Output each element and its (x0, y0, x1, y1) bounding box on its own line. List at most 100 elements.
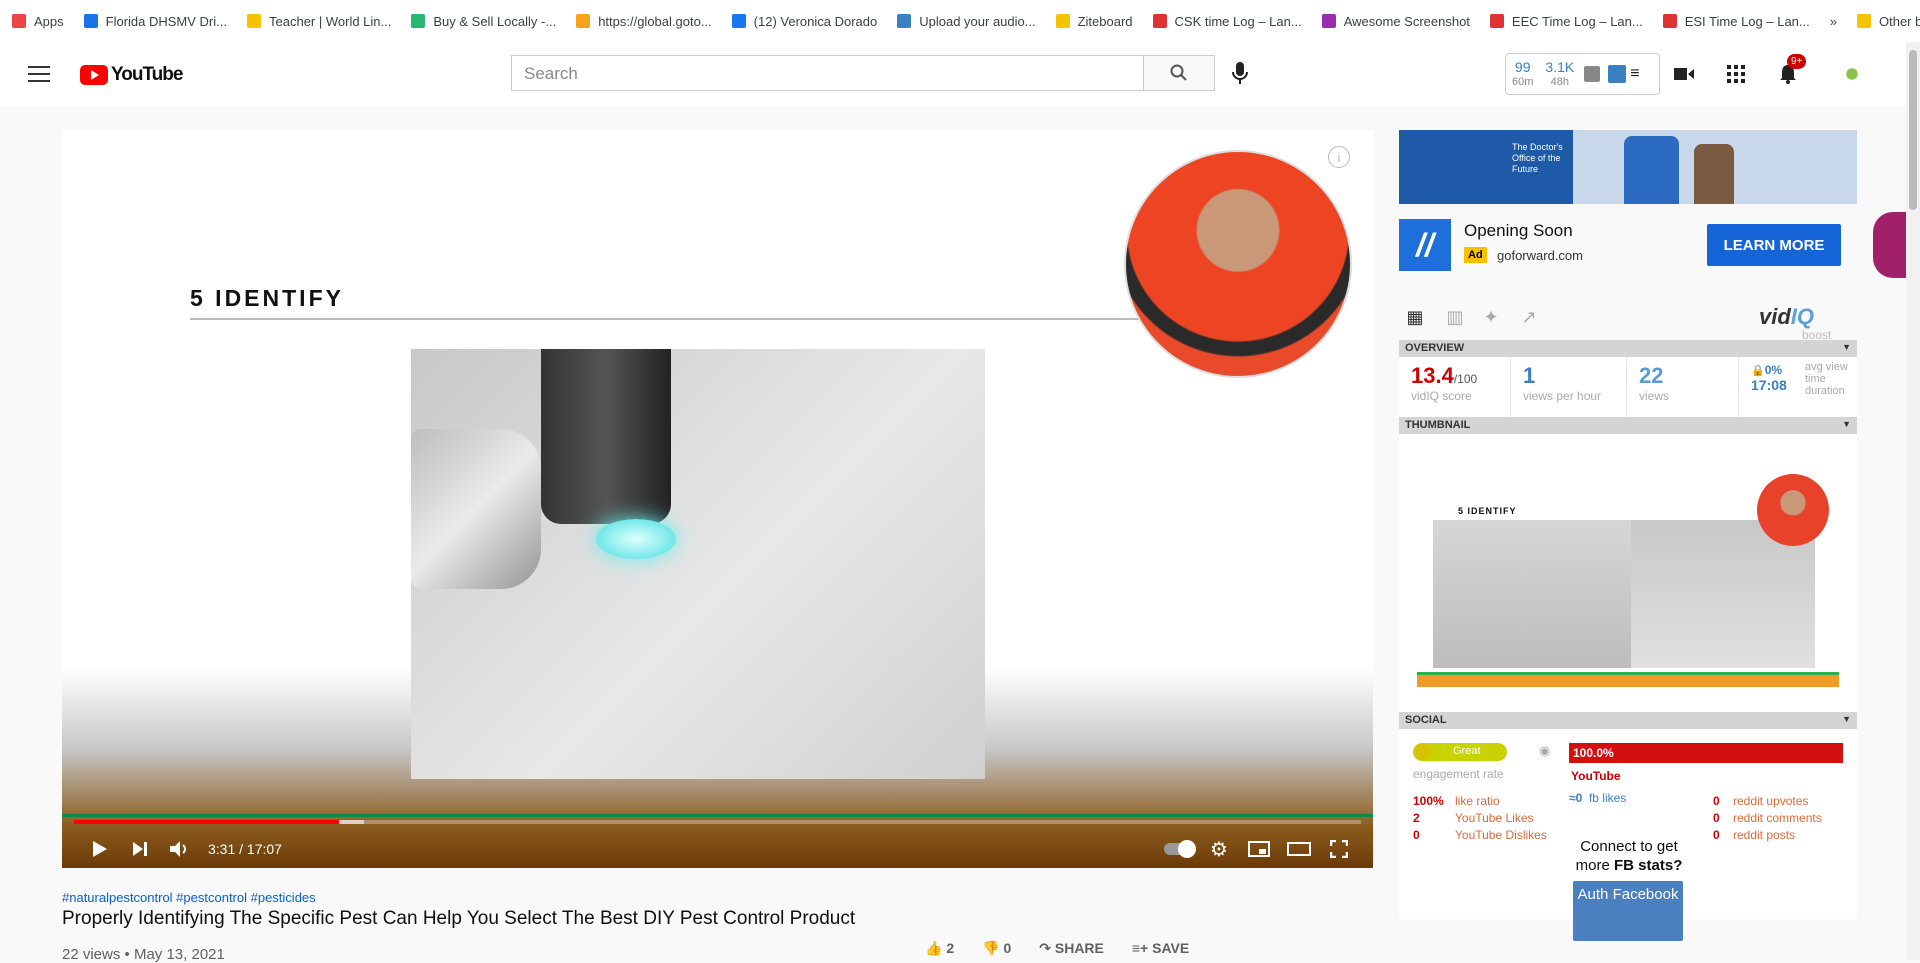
eye-icon[interactable]: ◉ (1539, 743, 1550, 759)
bookmark-item[interactable]: Florida DHSMV Dri... (83, 14, 227, 29)
social-header[interactable]: SOCIAL ▼ (1399, 712, 1857, 729)
youtube-logo[interactable]: YouTube (80, 64, 183, 86)
bookmark-label: Buy & Sell Locally -... (433, 13, 557, 29)
bookmark-label: Apps (34, 13, 64, 29)
theater-mode-icon[interactable] (1279, 830, 1319, 868)
bookmark-favicon-icon (1321, 14, 1336, 28)
bookmark-item[interactable]: Apps (12, 14, 64, 29)
chart-tab-icon[interactable]: ▥ (1443, 307, 1467, 327)
bar-chart-icon[interactable] (1584, 66, 1601, 82)
lock-icon: 🔒 (1751, 365, 1765, 377)
bookmark-favicon-icon (247, 14, 261, 28)
vidiq-play-icon[interactable] (1608, 65, 1627, 83)
ad-title[interactable]: Opening Soon (1464, 221, 1573, 241)
bookmark-item[interactable]: ESI Time Log – Lan... (1662, 13, 1810, 29)
vidiq-header-stats[interactable]: 99 60m 3.1K 48h ≡ (1505, 53, 1660, 95)
volume-icon[interactable] (160, 830, 200, 868)
avatar[interactable] (1838, 62, 1866, 86)
like-button[interactable]: 👍 2 (925, 940, 954, 957)
bookmark-favicon-icon (1152, 14, 1167, 28)
ad-banner-text: The Doctor's Office of the Future (1512, 142, 1563, 174)
play-icon[interactable] (80, 830, 120, 868)
progress-bar[interactable] (74, 820, 1361, 824)
ad-banner[interactable]: The Doctor's Office of the Future (1399, 130, 1857, 204)
bookmark-label: https://global.goto... (598, 13, 712, 29)
collapse-icon[interactable]: ▼ (1842, 419, 1851, 429)
info-icon[interactable]: i (1328, 146, 1350, 168)
notification-badge: 9+ (1787, 54, 1807, 69)
bookmark-favicon-icon (897, 14, 912, 28)
microphone-icon[interactable] (1228, 58, 1252, 88)
create-video-icon[interactable] (1672, 62, 1696, 86)
overview-header[interactable]: OVERVIEW ▼ (1399, 340, 1857, 357)
video-hashtags[interactable]: #naturalpestcontrol #pestcontrol #pestic… (62, 890, 316, 905)
search-input[interactable]: Search (511, 55, 1144, 91)
vidiq-brand: vid (1759, 304, 1791, 329)
avg-view-time: 17:08 (1751, 377, 1787, 393)
trend-tab-icon[interactable]: ↗ (1517, 307, 1541, 327)
overview-stats: 13.4/100 vidIQ score 1 views per hour 22 vi… (1399, 357, 1857, 417)
collapse-icon[interactable]: ▼ (1842, 342, 1851, 352)
yt-dislikes-label: YouTube Dislikes (1455, 828, 1547, 842)
bookmark-item[interactable]: Ziteboard (1055, 14, 1133, 29)
fullscreen-icon[interactable] (1319, 830, 1359, 868)
player-controls: 3:31 / 17:07 ⚙ (62, 830, 1373, 868)
collapse-icon[interactable]: ▼ (1842, 714, 1851, 724)
bookmark-item[interactable]: Buy & Sell Locally -... (411, 14, 556, 29)
list-icon[interactable]: ≡ (1630, 65, 1639, 83)
like-count: 2 (946, 940, 955, 956)
share-label: SHARE (1054, 940, 1104, 956)
settings-gear-icon[interactable]: ⚙ (1199, 830, 1239, 868)
bookmark-label: (12) Veronica Dorado (753, 13, 878, 29)
auth-facebook-button[interactable]: Auth Facebook (1573, 881, 1683, 941)
bookmark-item[interactable]: CSK time Log – Lan... (1152, 14, 1302, 29)
twitter-tab-icon[interactable]: ✦ (1479, 307, 1503, 327)
chapter-bar (62, 814, 1373, 817)
bookmark-label: Awesome Screenshot (1343, 13, 1470, 29)
reddit-column: 0 reddit upvotes 0 reddit comments 0 reddit… (1713, 793, 1822, 844)
vidiq-brand-iq: IQ (1790, 304, 1815, 329)
likes-column: 100% like ratio 2 YouTube Likes 0 YouTube D… (1413, 793, 1547, 844)
page-scrollbar[interactable] (1906, 42, 1920, 960)
save-button[interactable]: ≡+ SAVE (1132, 940, 1189, 957)
bookmark-item[interactable]: (12) Veronica Dorado (731, 13, 878, 29)
apps-grid-icon[interactable] (1724, 62, 1748, 86)
thumbnail-header[interactable]: THUMBNAIL ▼ (1399, 417, 1857, 434)
thumb-title: 5 IDENTIFY (1458, 506, 1517, 516)
bookmark-item[interactable]: https://global.goto... (576, 13, 712, 29)
search-icon (1170, 64, 1187, 81)
save-label: SAVE (1152, 940, 1190, 956)
fb-likes: ≈0 fb likes (1569, 791, 1626, 805)
bookmark-item[interactable]: Upload your audio... (897, 14, 1036, 29)
learn-more-button[interactable]: LEARN MORE (1707, 224, 1841, 266)
video-player[interactable]: 5 IDENTIFY i 3:31 / 17:07 ⚙ (62, 130, 1373, 868)
overview-label: OVERVIEW (1405, 342, 1465, 354)
miniplayer-icon[interactable] (1239, 830, 1279, 868)
bookmarks-overflow-button[interactable]: » (1830, 14, 1837, 29)
youtube-share-label: YouTube (1571, 769, 1621, 783)
video-title: Properly Identifying The Specific Pest C… (62, 908, 856, 929)
connect-fb-text: Connect to get more FB stats? (1569, 837, 1689, 875)
other-bookmarks-folder[interactable]: Other bookmarks (1856, 13, 1920, 29)
bookmark-item[interactable]: Awesome Screenshot (1321, 13, 1470, 29)
autoplay-toggle-icon[interactable] (1159, 830, 1199, 868)
progress-fill (74, 820, 340, 824)
next-icon[interactable] (120, 830, 160, 868)
scrollbar-thumb[interactable] (1909, 50, 1917, 210)
other-bookmarks-label: Other bookmarks (1878, 13, 1920, 29)
bookmark-label: Teacher | World Lin... (269, 13, 392, 29)
dislike-button[interactable]: 👎 0 (982, 940, 1011, 957)
vph-label: views per hour (1523, 389, 1602, 403)
yt-likes-label: YouTube Likes (1455, 811, 1534, 825)
bookmark-item[interactable]: EEC Time Log – Lan... (1489, 14, 1643, 29)
like-ratio-label: like ratio (1455, 794, 1500, 808)
bookmark-label: ESI Time Log – Lan... (1684, 13, 1810, 29)
grid-tab-icon[interactable]: ▦ (1403, 307, 1427, 327)
search-button[interactable] (1143, 55, 1215, 91)
menu-icon[interactable] (28, 66, 50, 82)
bookmark-favicon-icon (411, 14, 426, 28)
bookmark-favicon-icon (1662, 14, 1677, 28)
share-button[interactable]: ↷ SHARE (1039, 940, 1104, 957)
bookmark-item[interactable]: Teacher | World Lin... (247, 14, 391, 29)
reddit-posts: 0 (1713, 828, 1720, 842)
